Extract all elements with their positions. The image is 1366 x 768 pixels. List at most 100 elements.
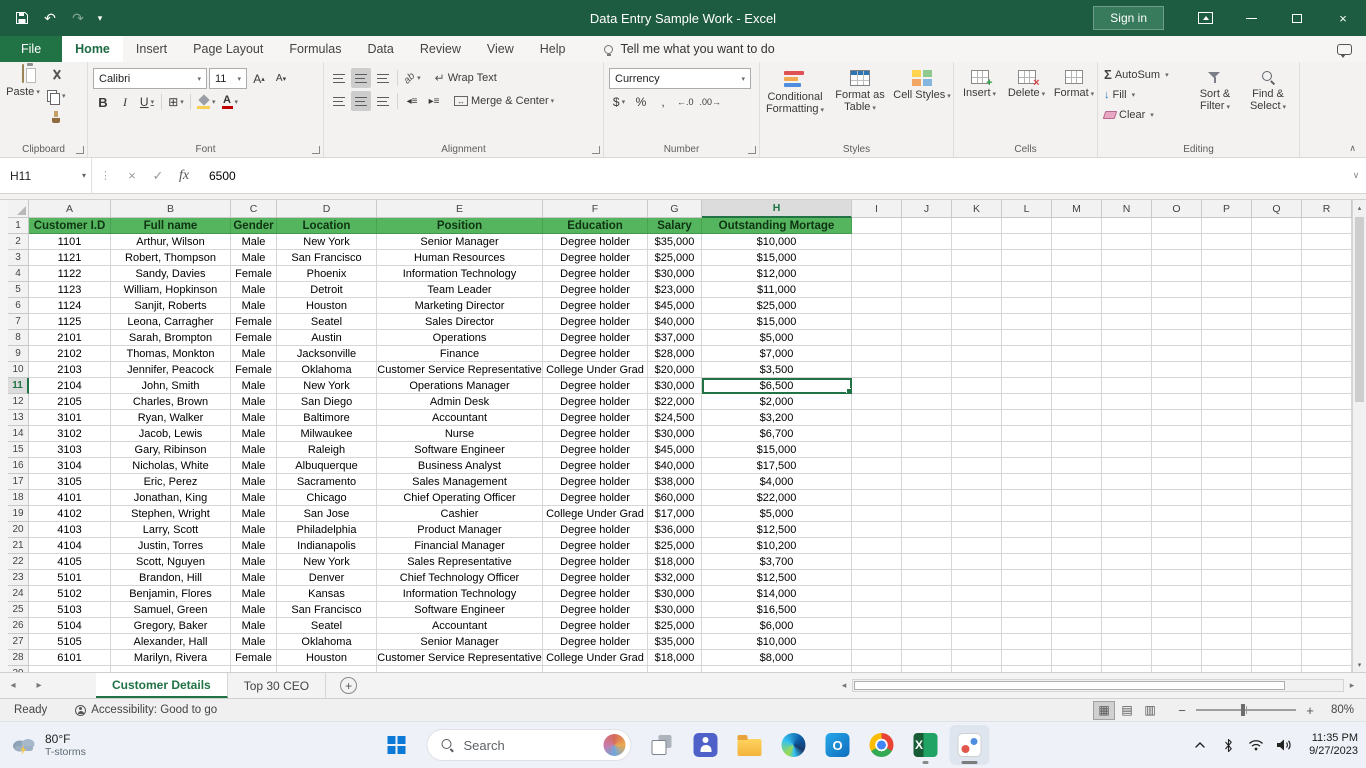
number-format-combobox[interactable]: Currency ▾ — [609, 68, 751, 89]
sheet-tab-customer-details[interactable]: Customer Details — [96, 673, 228, 698]
cell-A10[interactable]: 2103 — [29, 362, 111, 378]
tab-page-layout[interactable]: Page Layout — [180, 36, 276, 62]
cell-M4[interactable] — [1052, 266, 1102, 282]
cell-A22[interactable]: 4105 — [29, 554, 111, 570]
cell-A1[interactable]: Customer I.D — [29, 218, 111, 234]
column-header-C[interactable]: C — [231, 200, 277, 218]
cell-E25[interactable]: Software Engineer — [377, 602, 543, 618]
cell-O13[interactable] — [1152, 410, 1202, 426]
cell-I21[interactable] — [852, 538, 902, 554]
delete-cells-button[interactable]: × Delete ▾ — [1004, 65, 1049, 141]
cell-P7[interactable] — [1202, 314, 1252, 330]
cell-P28[interactable] — [1202, 650, 1252, 666]
cell-G12[interactable]: $22,000 — [648, 394, 702, 410]
cell-F1[interactable]: Education — [543, 218, 648, 234]
cell-M14[interactable] — [1052, 426, 1102, 442]
cell-H15[interactable]: $15,000 — [702, 442, 852, 458]
cell-R1[interactable] — [1302, 218, 1352, 234]
paste-button[interactable] — [22, 64, 24, 83]
cell-Q25[interactable] — [1252, 602, 1302, 618]
cell-C2[interactable]: Male — [231, 234, 277, 250]
cell-A15[interactable]: 3103 — [29, 442, 111, 458]
cell-R28[interactable] — [1302, 650, 1352, 666]
cell-O9[interactable] — [1152, 346, 1202, 362]
cell-B27[interactable]: Alexander, Hall — [111, 634, 231, 650]
cell-G13[interactable]: $24,500 — [648, 410, 702, 426]
cell-P22[interactable] — [1202, 554, 1252, 570]
taskbar-file-explorer-button[interactable] — [730, 725, 770, 765]
cell-P8[interactable] — [1202, 330, 1252, 346]
cell-N18[interactable] — [1102, 490, 1152, 506]
cell-C26[interactable]: Male — [231, 618, 277, 634]
scroll-down-icon[interactable]: ▾ — [1353, 657, 1366, 672]
row-header-27[interactable]: 27 — [8, 634, 29, 650]
cell-H21[interactable]: $10,200 — [702, 538, 852, 554]
cell-J13[interactable] — [902, 410, 952, 426]
cell-D17[interactable]: Sacramento — [277, 474, 377, 490]
cell-R12[interactable] — [1302, 394, 1352, 410]
scroll-up-icon[interactable]: ▴ — [1353, 200, 1366, 215]
cell-H11[interactable]: $6,500 — [702, 378, 852, 394]
fill-color-button[interactable]: ▾ — [195, 92, 218, 112]
cell-I29[interactable] — [852, 666, 902, 672]
cell-J6[interactable] — [902, 298, 952, 314]
cell-I22[interactable] — [852, 554, 902, 570]
cell-D15[interactable]: Raleigh — [277, 442, 377, 458]
cell-N15[interactable] — [1102, 442, 1152, 458]
cell-B14[interactable]: Jacob, Lewis — [111, 426, 231, 442]
cell-R21[interactable] — [1302, 538, 1352, 554]
cell-I11[interactable] — [852, 378, 902, 394]
cell-J4[interactable] — [902, 266, 952, 282]
cell-N5[interactable] — [1102, 282, 1152, 298]
cell-J11[interactable] — [902, 378, 952, 394]
cell-F8[interactable]: Degree holder — [543, 330, 648, 346]
row-header-5[interactable]: 5 — [8, 282, 29, 298]
maximize-button[interactable] — [1274, 0, 1320, 36]
cell-R24[interactable] — [1302, 586, 1352, 602]
cell-M28[interactable] — [1052, 650, 1102, 666]
cell-Q23[interactable] — [1252, 570, 1302, 586]
cell-Q10[interactable] — [1252, 362, 1302, 378]
cell-E8[interactable]: Operations — [377, 330, 543, 346]
cell-O2[interactable] — [1152, 234, 1202, 250]
select-all-button[interactable] — [8, 200, 29, 218]
cell-L29[interactable] — [1002, 666, 1052, 672]
cell-D14[interactable]: Milwaukee — [277, 426, 377, 442]
cell-D12[interactable]: San Diego — [277, 394, 377, 410]
tab-formulas[interactable]: Formulas — [276, 36, 354, 62]
cell-B7[interactable]: Leona, Carragher — [111, 314, 231, 330]
cell-H3[interactable]: $15,000 — [702, 250, 852, 266]
cell-N20[interactable] — [1102, 522, 1152, 538]
cell-E5[interactable]: Team Leader — [377, 282, 543, 298]
cell-R10[interactable] — [1302, 362, 1352, 378]
font-color-button[interactable]: A ▾ — [220, 92, 241, 112]
cell-Q26[interactable] — [1252, 618, 1302, 634]
scroll-left-icon[interactable]: ◂ — [836, 680, 852, 691]
cell-L7[interactable] — [1002, 314, 1052, 330]
cell-N9[interactable] — [1102, 346, 1152, 362]
cell-G10[interactable]: $20,000 — [648, 362, 702, 378]
cell-K29[interactable] — [952, 666, 1002, 672]
taskbar-edge-button[interactable] — [774, 725, 814, 765]
cell-I25[interactable] — [852, 602, 902, 618]
cell-H6[interactable]: $25,000 — [702, 298, 852, 314]
cell-R18[interactable] — [1302, 490, 1352, 506]
row-header-12[interactable]: 12 — [8, 394, 29, 410]
format-cells-button[interactable]: Format ▾ — [1051, 65, 1097, 141]
cell-G11[interactable]: $30,000 — [648, 378, 702, 394]
cell-B28[interactable]: Marilyn, Rivera — [111, 650, 231, 666]
cell-N25[interactable] — [1102, 602, 1152, 618]
cell-P13[interactable] — [1202, 410, 1252, 426]
column-header-G[interactable]: G — [648, 200, 702, 218]
cell-Q11[interactable] — [1252, 378, 1302, 394]
taskbar-paint-button[interactable] — [949, 725, 990, 765]
row-header-10[interactable]: 10 — [8, 362, 29, 378]
cell-C15[interactable]: Male — [231, 442, 277, 458]
cell-Q9[interactable] — [1252, 346, 1302, 362]
cell-K7[interactable] — [952, 314, 1002, 330]
cell-C10[interactable]: Female — [231, 362, 277, 378]
cell-F7[interactable]: Degree holder — [543, 314, 648, 330]
number-dialog-launcher-icon[interactable] — [748, 146, 756, 154]
enter-icon[interactable]: ✓ — [145, 168, 171, 184]
row-header-16[interactable]: 16 — [8, 458, 29, 474]
